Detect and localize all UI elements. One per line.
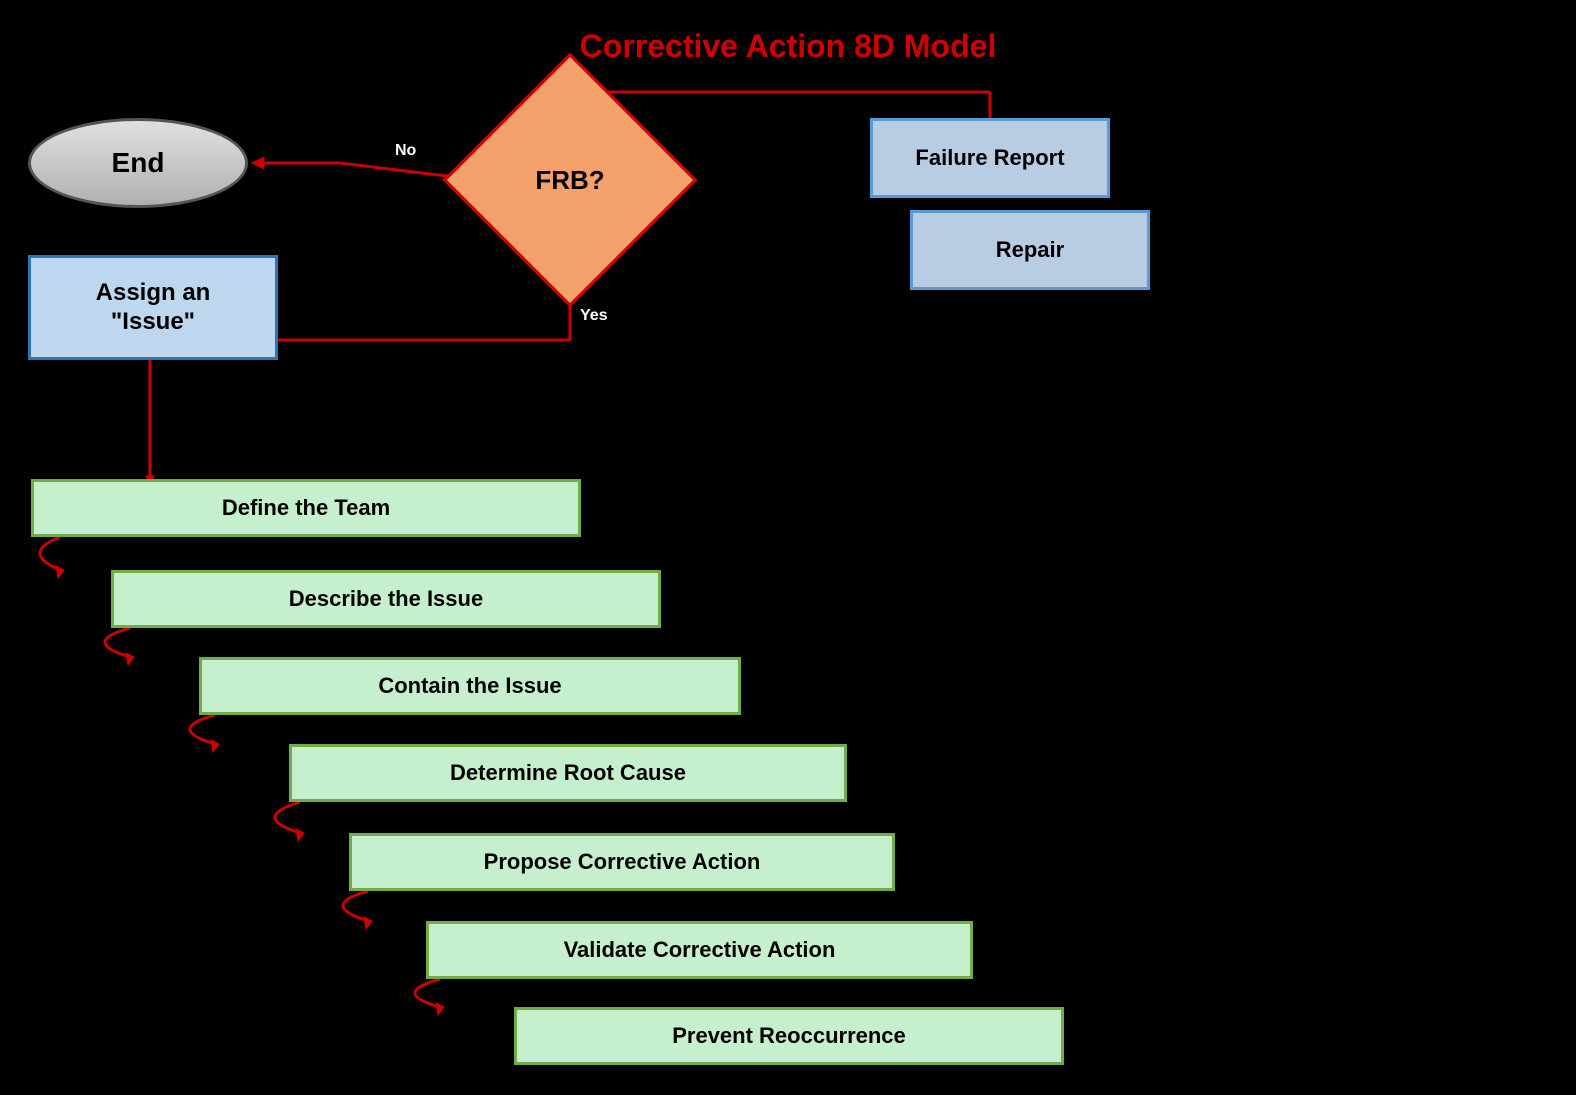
step-propose-corrective: Propose Corrective Action <box>349 833 895 891</box>
end-label: End <box>112 147 165 179</box>
end-ellipse: End <box>28 118 248 208</box>
step-describe-issue: Describe the Issue <box>111 570 661 628</box>
step-prevent-reoccurrence: Prevent Reoccurrence <box>514 1007 1064 1065</box>
diagram-title: Corrective Action 8D Model <box>580 28 997 65</box>
frb-label: FRB? <box>480 90 660 270</box>
svg-text:No: No <box>395 142 417 159</box>
step-contain-issue: Contain the Issue <box>199 657 741 715</box>
step-validate-corrective: Validate Corrective Action <box>426 921 973 979</box>
step-root-cause: Determine Root Cause <box>289 744 847 802</box>
failure-report-box: Failure Report <box>870 118 1110 198</box>
repair-box: Repair <box>910 210 1150 290</box>
diagram: Corrective Action 8D Model <box>0 0 1576 1095</box>
assign-issue-box: Assign an "Issue" <box>28 255 278 360</box>
step-define-team: Define the Team <box>31 479 581 537</box>
svg-text:Yes: Yes <box>580 307 608 324</box>
